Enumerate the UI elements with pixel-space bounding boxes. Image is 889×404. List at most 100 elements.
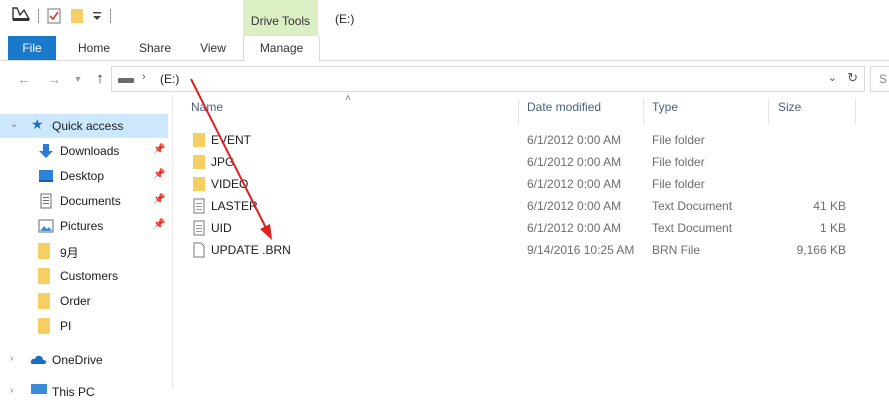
nav-item-downloads[interactable]: Downloads 📌 <box>0 139 168 163</box>
column-header-type[interactable]: Type <box>652 100 678 124</box>
address-row: ← → ▼ ↑ › (E:) ⌄ ↻ S <box>0 65 889 93</box>
window-title: (E:) <box>335 12 355 26</box>
tab-view[interactable]: View <box>190 36 236 60</box>
search-placeholder: S <box>879 72 888 86</box>
file-icon <box>192 242 206 261</box>
new-folder-icon[interactable] <box>70 8 84 27</box>
folder-icon <box>38 318 50 334</box>
file-row[interactable]: EVENT 6/1/2012 0:00 AM File folder <box>186 129 856 151</box>
chevron-down-icon[interactable]: ⌄ <box>10 119 18 130</box>
file-size: 9,166 KB <box>796 243 846 257</box>
qat-separator <box>38 9 39 23</box>
breadcrumb-chevron-icon[interactable]: › <box>142 71 146 83</box>
address-dropdown-icon[interactable]: ⌄ <box>828 71 837 84</box>
nav-item-pictures[interactable]: Pictures 📌 <box>0 214 168 238</box>
folder-icon <box>38 268 50 284</box>
address-bar[interactable]: › (E:) ⌄ ↻ <box>111 66 865 92</box>
file-date: 6/1/2012 0:00 AM <box>527 133 622 147</box>
forward-arrow-icon[interactable]: → <box>44 69 64 89</box>
nav-item-folder[interactable]: Order <box>0 289 168 313</box>
folder-icon <box>192 132 206 151</box>
drive-tools-label: Drive Tools <box>250 14 311 28</box>
file-name: VIDEO <box>211 177 249 191</box>
file-row[interactable]: VIDEO 6/1/2012 0:00 AM File folder <box>186 173 856 195</box>
file-type: Text Document <box>652 199 733 213</box>
folder-icon <box>192 176 206 195</box>
navigation-pane: ⌄ ★ Quick access Downloads 📌 Desktop 📌 D… <box>0 95 172 399</box>
pane-splitter[interactable] <box>172 95 173 390</box>
star-icon: ★ <box>31 116 44 132</box>
file-name: UID <box>211 221 232 235</box>
file-size: 1 KB <box>819 221 846 235</box>
nav-item-label: Desktop <box>60 169 105 183</box>
tab-file[interactable]: File <box>8 36 56 60</box>
file-type: BRN File <box>652 243 701 257</box>
folder-icon <box>38 243 50 259</box>
text-file-icon <box>192 198 206 217</box>
back-arrow-icon[interactable]: ← <box>14 69 34 89</box>
file-type: Text Document <box>652 221 733 235</box>
nav-item-folder[interactable]: PI <box>0 314 168 338</box>
file-date: 6/1/2012 0:00 AM <box>527 221 622 235</box>
pin-icon[interactable]: 📌 <box>153 219 165 230</box>
folder-icon <box>192 154 206 173</box>
column-divider[interactable] <box>768 98 769 124</box>
file-row[interactable]: LASTER 6/1/2012 0:00 AM Text Document 41… <box>186 195 856 217</box>
text-file-icon <box>192 220 206 239</box>
up-arrow-icon[interactable]: ↑ <box>90 69 110 89</box>
computer-icon <box>30 383 47 399</box>
nav-item-folder[interactable]: Customers <box>0 264 168 288</box>
file-type: File folder <box>652 155 705 169</box>
nav-item-label: OneDrive <box>52 353 103 367</box>
pin-icon[interactable]: 📌 <box>153 169 165 180</box>
column-divider[interactable] <box>518 98 519 124</box>
nav-item-desktop[interactable]: Desktop 📌 <box>0 164 168 188</box>
nav-quick-access[interactable]: ⌄ ★ Quick access <box>0 114 168 138</box>
file-row[interactable]: UPDATE .BRN 9/14/2016 10:25 AM BRN File … <box>186 239 856 261</box>
file-date: 9/14/2016 10:25 AM <box>527 243 635 257</box>
ribbon-tabs: File Home Share View Manage <box>0 36 889 62</box>
file-date: 6/1/2012 0:00 AM <box>527 199 622 213</box>
column-divider[interactable] <box>855 98 856 124</box>
file-date: 6/1/2012 0:00 AM <box>527 177 622 191</box>
nav-item-label: 9月 <box>60 246 79 260</box>
tab-manage[interactable]: Manage <box>243 36 320 62</box>
column-header-date[interactable]: Date modified <box>527 100 601 124</box>
file-row[interactable]: UID 6/1/2012 0:00 AM Text Document 1 KB <box>186 217 856 239</box>
documents-icon <box>38 193 54 209</box>
nav-item-this-pc[interactable]: › This PC <box>0 380 168 404</box>
file-name: JPG <box>211 155 235 169</box>
search-box[interactable]: S <box>870 66 889 92</box>
pictures-icon <box>38 218 54 234</box>
chevron-right-icon[interactable]: › <box>10 385 13 396</box>
file-size: 41 KB <box>813 199 846 213</box>
file-name: EVENT <box>211 133 252 147</box>
nav-item-folder[interactable]: 9月 <box>0 239 168 263</box>
chevron-right-icon[interactable]: › <box>10 353 13 364</box>
nav-item-label: Order <box>60 294 91 308</box>
file-row[interactable]: JPG 6/1/2012 0:00 AM File folder <box>186 151 856 173</box>
customize-qat-icon[interactable] <box>92 8 102 25</box>
breadcrumb-drive-e[interactable]: (E:) <box>160 72 179 86</box>
nav-quick-access-label: Quick access <box>52 119 124 133</box>
column-divider[interactable] <box>643 98 644 124</box>
file-date: 6/1/2012 0:00 AM <box>527 155 622 169</box>
title-bar: Drive Tools (E:) <box>0 0 889 36</box>
sort-ascending-icon: ˄ <box>345 93 351 104</box>
pin-icon[interactable]: 📌 <box>153 144 165 155</box>
pin-icon[interactable]: 📌 <box>153 194 165 205</box>
downloads-icon <box>38 143 54 159</box>
nav-item-onedrive[interactable]: › OneDrive <box>0 348 168 372</box>
column-header-name[interactable]: Name <box>191 100 223 124</box>
nav-item-label: PI <box>60 319 72 333</box>
nav-item-label: Customers <box>60 269 119 283</box>
desktop-icon <box>38 168 54 184</box>
column-header-size[interactable]: Size <box>778 100 801 124</box>
tab-share[interactable]: Share <box>131 36 179 60</box>
explorer-app-icon[interactable] <box>12 6 31 25</box>
refresh-icon[interactable]: ↻ <box>847 70 858 86</box>
nav-item-documents[interactable]: Documents 📌 <box>0 189 168 213</box>
tab-home[interactable]: Home <box>70 36 118 60</box>
properties-icon[interactable] <box>47 8 61 27</box>
recent-locations-icon[interactable]: ▼ <box>68 69 88 89</box>
